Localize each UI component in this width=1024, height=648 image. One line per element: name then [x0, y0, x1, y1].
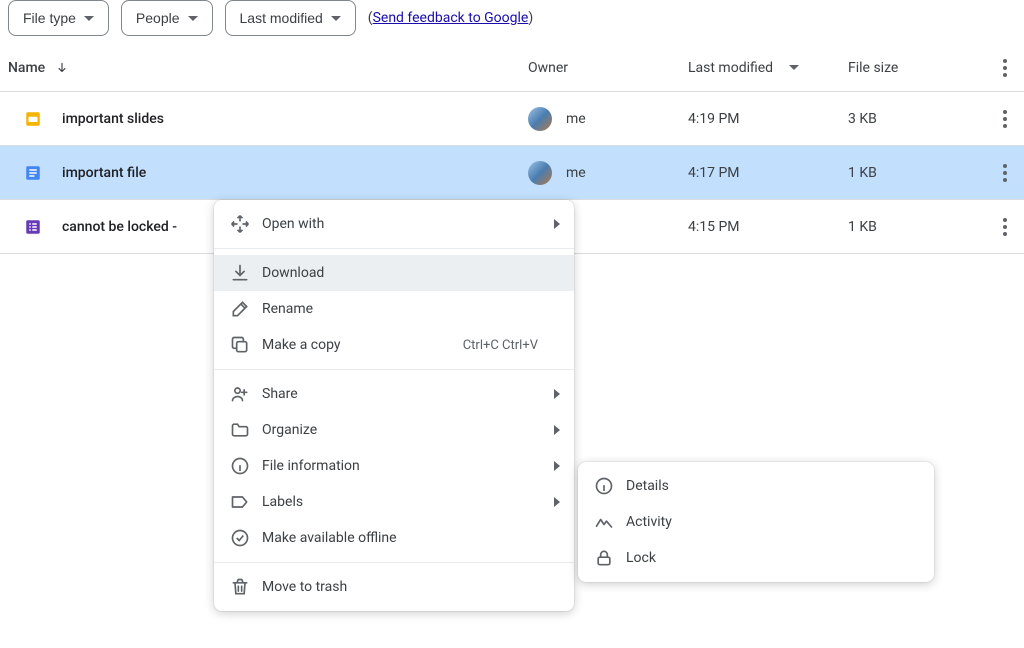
submenu-item-activity[interactable]: Activity [578, 504, 934, 540]
more-vertical-icon [1003, 218, 1007, 236]
table-header: Name Owner Last modified File size [0, 44, 1024, 92]
menu-separator [214, 562, 574, 563]
owner-cell: me [528, 161, 688, 185]
open-with-icon [218, 214, 262, 234]
chevron-right-icon [544, 389, 570, 399]
size-cell: 3 KB [848, 111, 978, 127]
menu-item-rename[interactable]: Rename [214, 291, 574, 327]
context-submenu: Details Activity Lock [578, 462, 934, 582]
copy-icon [218, 335, 262, 355]
filter-bar: File type People Last modified (Send fee… [0, 0, 1024, 44]
modified-cell: 4:15 PM [688, 219, 848, 235]
feedback-text: (Send feedback to Google) [368, 10, 533, 26]
modified-cell: 4:19 PM [688, 111, 848, 127]
table-row[interactable]: important file me 4:17 PM 1 KB [0, 146, 1024, 200]
trash-icon [218, 577, 262, 597]
folder-icon [218, 420, 262, 440]
menu-item-file-information[interactable]: File information [214, 448, 574, 484]
menu-item-make-a-copy[interactable]: Make a copy Ctrl+C Ctrl+V [214, 327, 574, 363]
file-name-cell: important slides [8, 110, 528, 128]
offline-icon [218, 528, 262, 548]
avatar [528, 107, 552, 131]
download-icon [218, 263, 262, 283]
info-icon [218, 456, 262, 476]
menu-item-make-available-offline[interactable]: Make available offline [214, 520, 574, 556]
caret-down-icon [84, 16, 94, 21]
filter-chip-file-type[interactable]: File type [8, 0, 109, 36]
modified-cell: 4:17 PM [688, 165, 848, 181]
menu-item-open-with[interactable]: Open with [214, 206, 574, 242]
row-more-button[interactable] [987, 155, 1023, 191]
chip-label: Last modified [240, 10, 323, 26]
share-icon [218, 384, 262, 404]
feedback-link[interactable]: Send feedback to Google [373, 10, 529, 26]
more-vertical-icon [1003, 164, 1007, 182]
info-icon [582, 476, 626, 496]
caret-down-icon [188, 16, 198, 21]
row-more-button[interactable] [987, 101, 1023, 137]
column-header-more[interactable] [978, 59, 1024, 77]
menu-separator [214, 248, 574, 249]
menu-separator [214, 369, 574, 370]
chevron-right-icon [544, 425, 570, 435]
chevron-right-icon [544, 497, 570, 507]
caret-down-icon [331, 16, 341, 21]
avatar [528, 161, 552, 185]
chip-label: File type [23, 10, 76, 26]
menu-item-share[interactable]: Share [214, 376, 574, 412]
filter-chip-last-modified[interactable]: Last modified [225, 0, 356, 36]
activity-icon [582, 512, 626, 532]
shortcut-label: Ctrl+C Ctrl+V [463, 338, 544, 353]
size-cell: 1 KB [848, 219, 978, 235]
submenu-item-lock[interactable]: Lock [578, 540, 934, 576]
chevron-right-icon [544, 461, 570, 471]
column-header-file-size[interactable]: File size [848, 60, 978, 76]
caret-down-icon [789, 65, 799, 70]
more-vertical-icon [1003, 110, 1007, 128]
sort-down-icon [55, 61, 69, 75]
size-cell: 1 KB [848, 165, 978, 181]
menu-item-labels[interactable]: Labels [214, 484, 574, 520]
slides-icon [24, 110, 42, 128]
column-header-last-modified[interactable]: Last modified [688, 60, 848, 76]
chip-label: People [136, 10, 180, 26]
more-vertical-icon [1003, 59, 1007, 77]
row-more-button[interactable] [987, 209, 1023, 245]
lock-icon [582, 548, 626, 568]
menu-item-download[interactable]: Download [214, 255, 574, 291]
chevron-right-icon [544, 219, 570, 229]
docs-icon [24, 164, 42, 182]
file-name-cell: important file [8, 164, 528, 182]
column-header-name[interactable]: Name [8, 60, 528, 76]
rename-icon [218, 299, 262, 319]
label-icon [218, 492, 262, 512]
column-header-owner[interactable]: Owner [528, 60, 688, 76]
table-row[interactable]: important slides me 4:19 PM 3 KB [0, 92, 1024, 146]
menu-item-move-to-trash[interactable]: Move to trash [214, 569, 574, 605]
owner-cell: me [528, 107, 688, 131]
submenu-item-details[interactable]: Details [578, 468, 934, 504]
menu-item-organize[interactable]: Organize [214, 412, 574, 448]
filter-chip-people[interactable]: People [121, 0, 213, 36]
forms-icon [24, 218, 42, 236]
context-menu: Open with Download Rename Make a copy Ct… [214, 200, 574, 611]
